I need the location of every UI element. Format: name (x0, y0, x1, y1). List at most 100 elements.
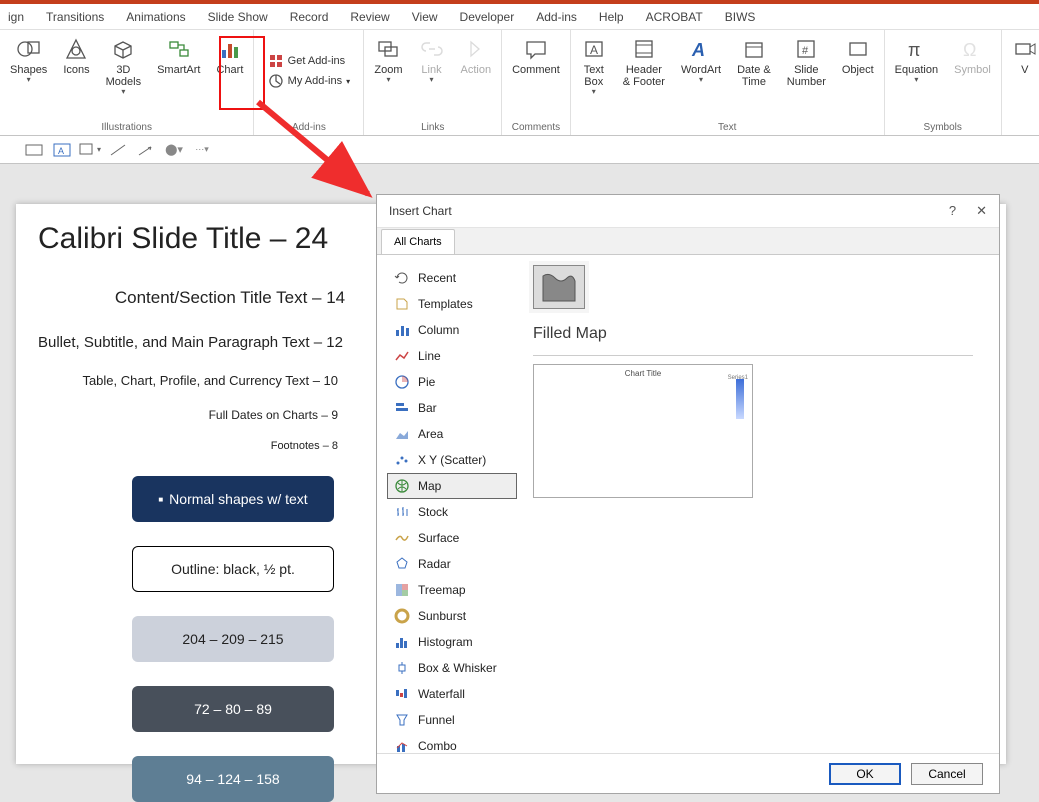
chart-type-column[interactable]: Column (387, 317, 517, 343)
chart-button[interactable]: Chart (214, 34, 245, 78)
box-whisker-icon (394, 660, 410, 676)
tab-acrobat[interactable]: ACROBAT (642, 6, 707, 28)
smartart-button[interactable]: SmartArt (155, 34, 202, 78)
svg-text:Ω: Ω (963, 40, 976, 60)
link-button: Link▾ (417, 34, 447, 86)
svg-text:A: A (58, 146, 64, 156)
header-footer-icon (631, 36, 657, 62)
dialog-tab-allcharts[interactable]: All Charts (381, 229, 455, 254)
shape-rgb1[interactable]: 204 – 209 – 215 (132, 616, 334, 662)
my-addins-button[interactable]: My Add-ins ▾ (268, 73, 350, 89)
slide-line4: Table, Chart, Profile, and Currency Text… (38, 373, 338, 388)
tab-addins[interactable]: Add-ins (532, 6, 581, 28)
tab-animations[interactable]: Animations (122, 6, 189, 28)
models-button[interactable]: 3D Models▾ (104, 34, 143, 98)
funnel-icon (394, 712, 410, 728)
more-tool[interactable]: ⬤▾ (164, 142, 184, 158)
slide-line6: Footnotes – 8 (38, 440, 338, 452)
shapes-icon (16, 36, 42, 62)
tab-view[interactable]: View (408, 6, 442, 28)
cancel-button[interactable]: Cancel (911, 763, 983, 785)
header-footer-button[interactable]: Header & Footer (621, 34, 667, 90)
insert-chart-dialog: Insert Chart ? ✕ All Charts RecentTempla… (376, 194, 1000, 794)
object-button[interactable]: Object (840, 34, 876, 78)
waterfall-icon (394, 686, 410, 702)
chart-type-x-y-scatter-[interactable]: X Y (Scatter) (387, 447, 517, 473)
dialog-titlebar: Insert Chart ? ✕ (377, 195, 999, 227)
chart-type-templates[interactable]: Templates (387, 291, 517, 317)
arrow-line-tool[interactable] (136, 142, 156, 158)
comment-button[interactable]: Comment (510, 34, 562, 78)
overflow-tool[interactable]: ⋯▾ (192, 142, 212, 158)
shape-rgb3[interactable]: 94 – 124 – 158 (132, 756, 334, 802)
tab-record[interactable]: Record (286, 6, 333, 28)
chart-type-box-whisker[interactable]: Box & Whisker (387, 655, 517, 681)
tab-design-partial[interactable]: ign (4, 6, 28, 28)
chart-type-area[interactable]: Area (387, 421, 517, 447)
textbox-tool[interactable]: A (52, 142, 72, 158)
icons-button[interactable]: Icons (61, 34, 91, 78)
preview-legend-gradient (736, 379, 744, 419)
shapes-button[interactable]: Shapes▾ (8, 34, 49, 86)
ok-button[interactable]: OK (829, 763, 901, 785)
chart-type-list: RecentTemplatesColumnLinePieBarAreaX Y (… (387, 265, 517, 743)
video-icon (1012, 36, 1038, 62)
tab-help[interactable]: Help (595, 6, 628, 28)
help-icon[interactable]: ? (949, 203, 956, 219)
chart-type-pie[interactable]: Pie (387, 369, 517, 395)
tab-transitions[interactable]: Transitions (42, 6, 108, 28)
chart-type-bar[interactable]: Bar (387, 395, 517, 421)
get-addins-button[interactable]: Get Add-ins (268, 53, 350, 69)
shape-tool[interactable]: ▾ (80, 142, 100, 158)
slide-number-button[interactable]: # Slide Number (785, 34, 828, 90)
shape-outline[interactable]: Outline: black, ½ pt. (132, 546, 334, 592)
wordart-button[interactable]: A WordArt▾ (679, 34, 723, 86)
line-tool[interactable] (108, 142, 128, 158)
tab-review[interactable]: Review (346, 6, 393, 28)
chart-type-funnel[interactable]: Funnel (387, 707, 517, 733)
preview-image[interactable]: Chart Title Series1 (533, 364, 753, 498)
textbox-button[interactable]: A Text Box▾ (579, 34, 609, 98)
dialog-title: Insert Chart (389, 204, 452, 218)
chart-type-radar[interactable]: Radar (387, 551, 517, 577)
shape-rgb2[interactable]: 72 – 80 – 89 (132, 686, 334, 732)
omega-icon: Ω (959, 36, 985, 62)
chart-type-waterfall[interactable]: Waterfall (387, 681, 517, 707)
group-symbols: π Equation▾ Ω Symbol Symbols (885, 30, 1002, 135)
svg-text:π: π (908, 40, 920, 60)
chart-type-treemap[interactable]: Treemap (387, 577, 517, 603)
chart-type-recent[interactable]: Recent (387, 265, 517, 291)
templates-icon (394, 296, 410, 312)
chart-type-sunburst[interactable]: Sunburst (387, 603, 517, 629)
group-addins: Get Add-ins My Add-ins ▾ Add-ins (254, 30, 364, 135)
pi-icon: π (903, 36, 929, 62)
chart-type-surface[interactable]: Surface (387, 525, 517, 551)
group-extra: V (1002, 30, 1039, 135)
chart-type-line[interactable]: Line (387, 343, 517, 369)
video-button-partial[interactable]: V (1010, 34, 1039, 78)
svg-text:A: A (590, 43, 598, 57)
equation-button[interactable]: π Equation▾ (893, 34, 940, 86)
chart-type-histogram[interactable]: Histogram (387, 629, 517, 655)
recent-icon (394, 270, 410, 286)
close-icon[interactable]: ✕ (976, 203, 987, 219)
chart-type-combo[interactable]: Combo (387, 733, 517, 753)
line-icon (394, 348, 410, 364)
radar-icon (394, 556, 410, 572)
tab-slide-show[interactable]: Slide Show (204, 6, 272, 28)
quick-shapes-toolbar: A ▾ ⬤▾ ⋯▾ (0, 136, 1039, 164)
slide-subtitle: Content/Section Title Text – 14 (80, 288, 380, 308)
chart-type-map[interactable]: Map (387, 473, 517, 499)
ribbon: Shapes▾ Icons 3D Models▾ SmartArt Chart … (0, 30, 1039, 136)
rect-tool[interactable] (24, 142, 44, 158)
group-links: Zoom▾ Link▾ Action Links (364, 30, 502, 135)
tab-developer[interactable]: Developer (456, 6, 519, 28)
chart-type-stock[interactable]: Stock (387, 499, 517, 525)
date-time-button[interactable]: Date & Time (735, 34, 773, 90)
zoom-button[interactable]: Zoom▾ (372, 34, 404, 86)
shape-normal[interactable]: Normal shapes w/ text (132, 476, 334, 522)
chart-icon (217, 36, 243, 62)
tab-biws[interactable]: BIWS (721, 6, 760, 28)
chart-subtype-thumb[interactable] (533, 265, 585, 309)
bar-icon (394, 400, 410, 416)
